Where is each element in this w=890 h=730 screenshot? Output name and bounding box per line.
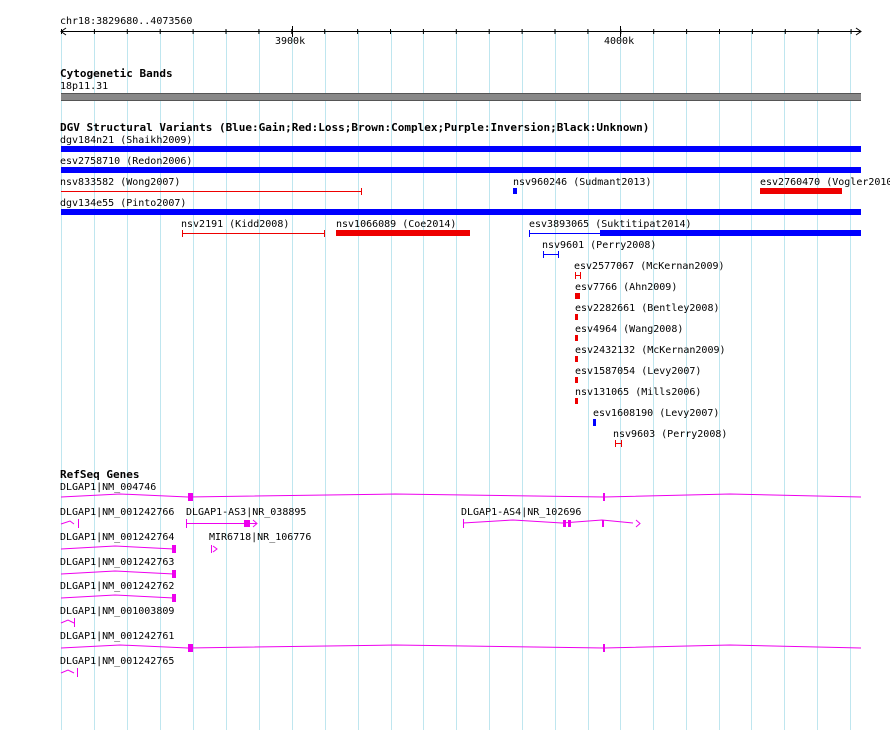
gene-exon[interactable] <box>603 644 605 652</box>
gene-intron-line[interactable] <box>462 519 634 524</box>
gene-label[interactable]: DLGAP1|NM_001242765 <box>60 656 174 667</box>
refseq-track-title[interactable]: RefSeq Genes <box>60 469 139 481</box>
dgv-feature-label[interactable]: esv1608190 (Levy2007) <box>593 408 719 419</box>
gene-intron-line[interactable] <box>60 594 175 599</box>
gene-strand-arrow-icon <box>635 519 641 528</box>
dgv-variant-bar[interactable] <box>575 293 580 299</box>
dgv-variant-bar[interactable] <box>61 209 861 215</box>
dgv-feature-label[interactable]: dgv134e55 (Pinto2007) <box>60 198 186 209</box>
cyto-band-label: 18p11.31 <box>60 81 109 92</box>
dgv-feature-label[interactable]: nsv9603 (Perry2008) <box>613 429 727 440</box>
gene-exon[interactable] <box>603 493 605 501</box>
dgv-variant-bar[interactable] <box>575 377 578 383</box>
gene-exon[interactable] <box>568 520 571 527</box>
dgv-feature-label[interactable]: esv2432132 (McKernan2009) <box>575 345 726 356</box>
dgv-variant-bar[interactable] <box>760 188 842 194</box>
gene-label[interactable]: DLGAP1|NM_001242766 <box>60 507 174 518</box>
gene-intron-line[interactable] <box>60 619 75 624</box>
gene-exon[interactable] <box>188 493 193 501</box>
dgv-feature-label[interactable]: esv2577067 (McKernan2009) <box>574 261 725 272</box>
gene-label[interactable]: DLGAP1|NM_001242761 <box>60 631 174 642</box>
dgv-feature-label[interactable]: nsv960246 (Sudmant2013) <box>513 177 651 188</box>
dgv-feature-label[interactable]: nsv9601 (Perry2008) <box>542 240 656 251</box>
gene-label[interactable]: DLGAP1-AS4|NR_102696 <box>461 507 581 518</box>
dgv-feature-label[interactable]: dgv184n21 (Shaikh2009) <box>60 135 192 146</box>
dgv-feature-label[interactable]: esv4964 (Wang2008) <box>575 324 683 335</box>
gene-label[interactable]: MIR6718|NR_106776 <box>209 532 311 543</box>
gene-exon[interactable] <box>172 570 176 578</box>
dgv-variant-bar[interactable] <box>513 188 517 194</box>
dgv-variant-bar[interactable] <box>336 230 470 236</box>
gene-intron-line[interactable] <box>60 520 75 525</box>
browser-canvas <box>60 26 862 730</box>
gene-exon[interactable] <box>172 594 176 602</box>
dgv-variant-bar[interactable] <box>575 314 578 320</box>
dgv-variant-bar[interactable] <box>575 356 578 362</box>
ruler-range-label: chr18:3829680..4073560 <box>60 16 193 27</box>
cyto-band-18p11-31[interactable] <box>61 93 861 101</box>
gene-exon[interactable] <box>244 520 250 527</box>
genome-browser: chr18:3829680..4073560 3900k 4000k Cytog… <box>0 0 890 730</box>
ruler-tick-label-3900k: 3900k <box>275 36 306 47</box>
dgv-feature-label[interactable]: nsv2191 (Kidd2008) <box>181 219 289 230</box>
dgv-feature-label[interactable]: esv2282661 (Bentley2008) <box>575 303 720 314</box>
dgv-feature-label[interactable]: esv2760470 (Vogler2010) <box>760 177 890 188</box>
gene-intron-line[interactable] <box>60 669 75 674</box>
dgv-feature-label[interactable]: nsv131065 (Mills2006) <box>575 387 701 398</box>
dgv-feature-label[interactable]: esv1587054 (Levy2007) <box>575 366 701 377</box>
dgv-feature-label[interactable]: esv3893065 (Suktitipat2014) <box>529 219 692 230</box>
dgv-variant-bar[interactable] <box>593 419 596 426</box>
gene-exon[interactable] <box>563 520 566 527</box>
dgv-variant-bar[interactable] <box>575 335 578 341</box>
cyto-track-title[interactable]: Cytogenetic Bands <box>60 68 173 80</box>
gene-intron-line[interactable] <box>60 545 175 550</box>
gene-label[interactable]: DLGAP1|NM_001242762 <box>60 581 174 592</box>
gene-exon[interactable] <box>172 545 176 553</box>
dgv-feature-label[interactable]: nsv1066089 (Coe2014) <box>336 219 456 230</box>
gene-label[interactable]: DLGAP1|NM_001242763 <box>60 557 174 568</box>
gene-exon[interactable] <box>188 644 193 652</box>
gene-exon[interactable] <box>602 520 604 527</box>
gene-label[interactable]: DLGAP1|NM_001242764 <box>60 532 174 543</box>
dgv-variant-bar[interactable] <box>61 146 861 152</box>
gene-intron-line[interactable] <box>60 644 862 649</box>
gene-intron-line[interactable] <box>60 493 862 498</box>
dgv-feature-label[interactable]: nsv833582 (Wong2007) <box>60 177 180 188</box>
ruler-tick-label-4000k: 4000k <box>604 36 635 47</box>
dgv-variant-bar[interactable] <box>600 230 861 236</box>
dgv-feature-label[interactable]: esv7766 (Ahn2009) <box>575 282 677 293</box>
dgv-feature-label[interactable]: esv2758710 (Redon2006) <box>60 156 192 167</box>
gene-label[interactable]: DLGAP1|NM_001003809 <box>60 606 174 617</box>
gene-intron-line[interactable] <box>60 570 175 575</box>
gene-strand-arrow-icon <box>212 545 218 553</box>
dgv-variant-bar[interactable] <box>61 167 861 173</box>
gene-label[interactable]: DLGAP1|NM_004746 <box>60 482 156 493</box>
gene-label[interactable]: DLGAP1-AS3|NR_038895 <box>186 507 306 518</box>
dgv-variant-bar[interactable] <box>575 398 578 404</box>
dgv-track-title[interactable]: DGV Structural Variants (Blue:Gain;Red:L… <box>60 122 649 134</box>
